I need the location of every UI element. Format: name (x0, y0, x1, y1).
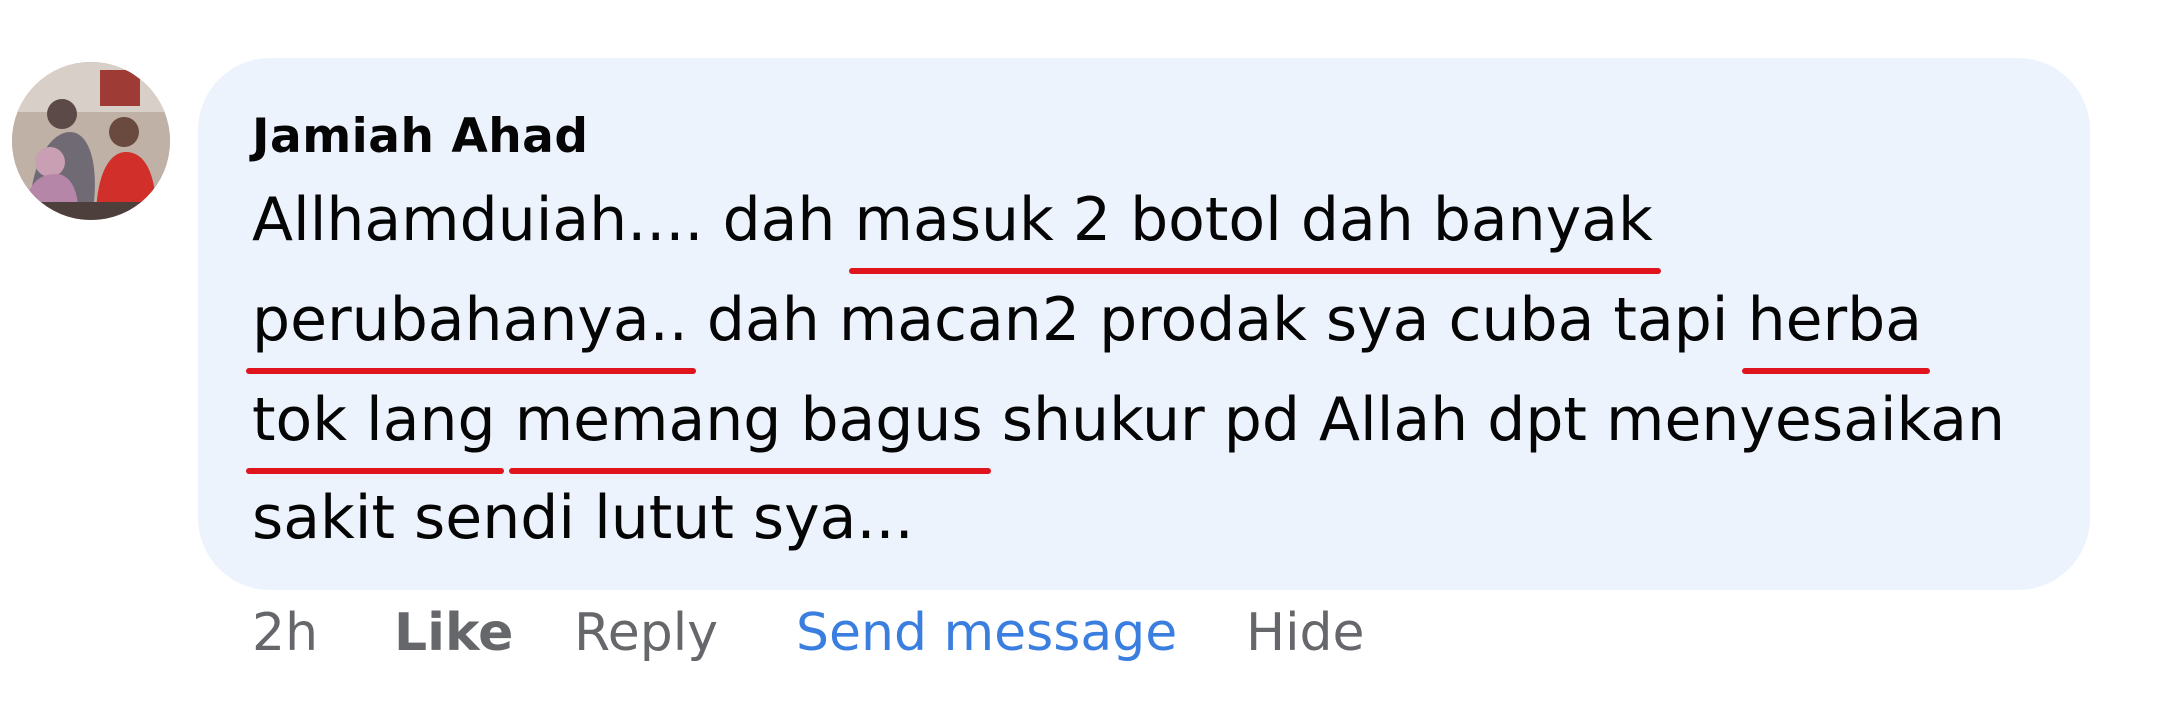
comment-text: dah macan2 prodak sya cuba tapi (687, 285, 1748, 355)
avatar[interactable] (12, 62, 170, 220)
reply-button[interactable]: Reply (574, 598, 718, 668)
comment-text-space (496, 385, 515, 455)
timestamp-link[interactable]: 2h (252, 598, 318, 668)
comment-text-line-2: perubahanya.. dah macan2 prodak sya cuba… (246, 276, 1931, 374)
comment-author-name[interactable]: Jamiah Ahad (252, 104, 589, 170)
underlined-text: tok lang (246, 376, 504, 474)
underlined-text: herba (1741, 276, 1931, 374)
comment-text: shukur pd Allah dpt menyesaikan (982, 385, 2006, 455)
comment-screenshot: Jamiah Ahad Allhamduiah.... dah masuk 2 … (0, 0, 2172, 724)
underlined-text: masuk 2 botol dah banyak (848, 176, 1661, 274)
like-button[interactable]: Like (394, 598, 513, 668)
comment-text-line-1: Allhamduiah.... dah masuk 2 botol dah ba… (252, 176, 1661, 274)
hide-button[interactable]: Hide (1246, 598, 1365, 668)
comment-text: Allhamduiah.... dah (252, 185, 855, 255)
profile-photo-icon (12, 62, 170, 220)
comment-text-line-3: tok lang memang bagus shukur pd Allah dp… (246, 376, 2006, 474)
underlined-text: perubahanya.. (246, 276, 696, 374)
send-message-button[interactable]: Send message (796, 598, 1177, 668)
underlined-text: memang bagus (508, 376, 991, 474)
comment-text: sakit sendi lutut sya... (252, 483, 914, 553)
comment-text-line-4: sakit sendi lutut sya... (252, 474, 914, 562)
